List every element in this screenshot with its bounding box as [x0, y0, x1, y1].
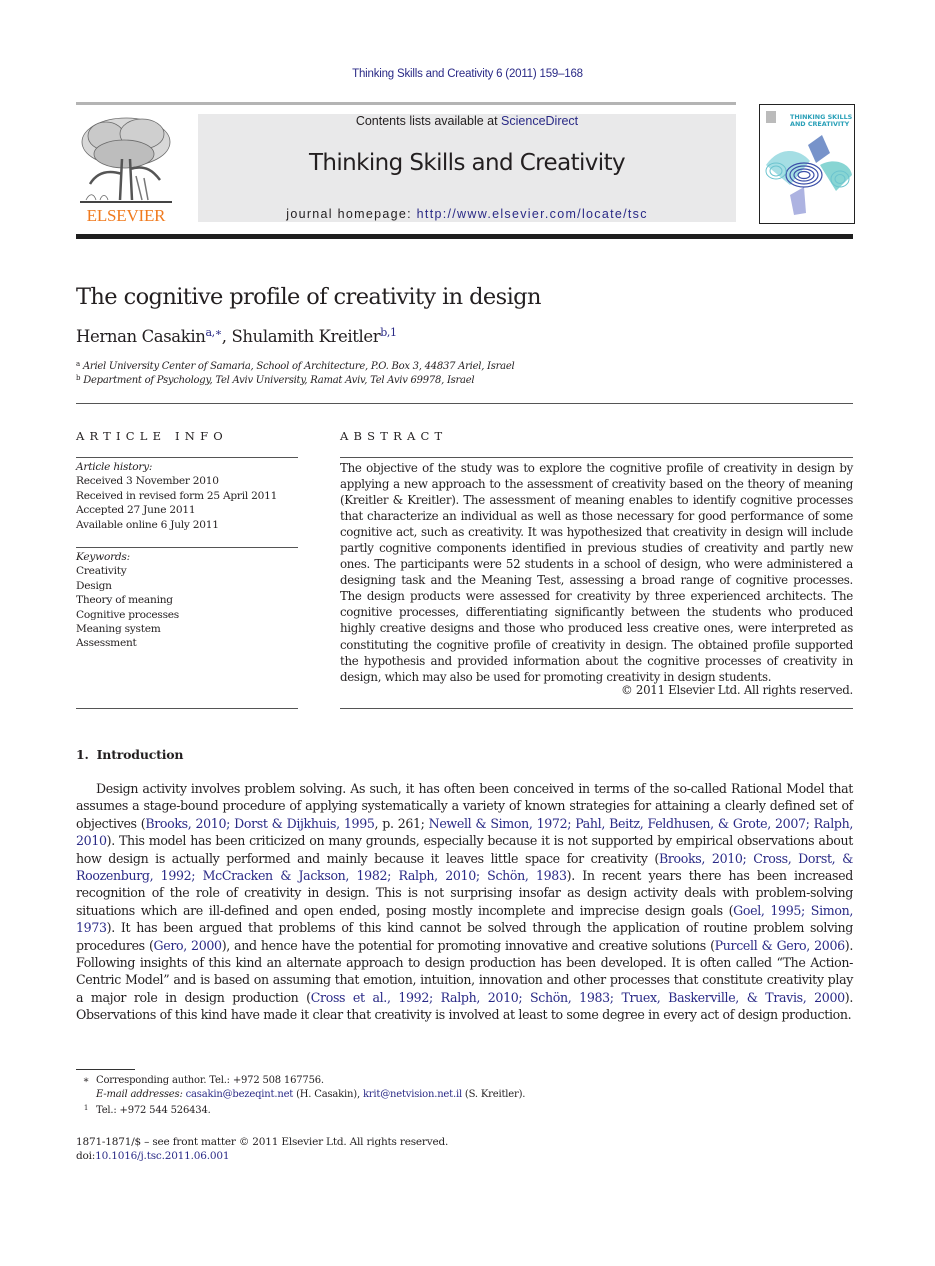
- history-item: Available online 6 July 2011: [76, 518, 219, 531]
- cover-title: THINKING SKILLS AND CREATIVITY: [790, 114, 852, 128]
- affiliation: b Department of Psychology, Tel Aviv Univ…: [76, 374, 475, 386]
- footnote-emails: E-mail addresses: casakin@bezeqint.net (…: [96, 1089, 525, 1100]
- citation-link[interactable]: Cross et al., 1992; Ralph, 2010; Schön, …: [311, 990, 845, 1005]
- affiliation: a Ariel University Center of Samaria, Sch…: [76, 360, 515, 372]
- footnote-mark: 1: [83, 1104, 89, 1112]
- affiliation-text: Ariel University Center of Samaria, Scho…: [82, 361, 515, 372]
- email-link[interactable]: krit@netvision.net.il: [363, 1089, 462, 1100]
- keyword: Cognitive processes: [76, 608, 179, 621]
- footnote-mark: ∗: [82, 1075, 90, 1086]
- article-history: Article history: Received 3 November 201…: [76, 460, 277, 532]
- contents-line: Contents lists available at ScienceDirec…: [198, 114, 736, 128]
- section-number: 1.: [76, 747, 89, 762]
- history-item: Received 3 November 2010: [76, 475, 219, 488]
- divider: [340, 457, 853, 458]
- article-title: The cognitive profile of creativity in d…: [76, 284, 541, 310]
- email-label: E-mail addresses:: [96, 1089, 183, 1100]
- section-heading-introduction: 1. Introduction: [76, 747, 183, 762]
- author-list: Hernan Casakina,∗, Shulamith Kreitlerb,1: [76, 326, 397, 346]
- doi-prefix: doi:: [76, 1150, 96, 1162]
- email-owner: (H. Casakin),: [293, 1089, 363, 1100]
- keyword: Meaning system: [76, 623, 161, 636]
- journal-homepage-link[interactable]: http://www.elsevier.com/locate/tsc: [417, 207, 648, 221]
- footnote-phone: 1 Tel.: +972 544 526434.: [76, 1104, 211, 1116]
- citation-link[interactable]: Gero, 2000: [154, 938, 223, 953]
- footnote-corresponding-author: ∗ Corresponding author. Tel.: +972 508 16…: [76, 1075, 324, 1086]
- journal-cover-thumbnail[interactable]: THINKING SKILLS AND CREATIVITY: [759, 104, 855, 224]
- divider: [76, 457, 298, 458]
- keyword: Theory of meaning: [76, 594, 173, 607]
- elsevier-wordmark: ELSEVIER: [86, 206, 166, 225]
- paragraph-text: , p. 261;: [374, 815, 429, 831]
- keyword: Design: [76, 579, 112, 592]
- author-affiliation-marks[interactable]: b,1: [380, 326, 397, 339]
- journal-masthead: Contents lists available at ScienceDirec…: [198, 114, 736, 222]
- running-head[interactable]: Thinking Skills and Creativity 6 (2011) …: [0, 68, 935, 80]
- keyword: Creativity: [76, 565, 127, 578]
- author-separator: ,: [221, 327, 232, 346]
- citation-link[interactable]: Brooks, 2010; Dorst & Dijkhuis, 1995: [145, 816, 375, 831]
- history-item: Received in revised form 25 April 2011: [76, 489, 278, 502]
- affiliation-mark: a: [76, 360, 80, 368]
- divider: [76, 547, 298, 548]
- journal-homepage-line: journal homepage: http://www.elsevier.co…: [198, 207, 736, 221]
- doi-line: doi:10.1016/j.tsc.2011.06.001: [76, 1150, 230, 1162]
- citation-link[interactable]: Purcell & Gero, 2006: [715, 938, 845, 953]
- keyword: Assessment: [76, 637, 137, 650]
- author-affiliation-marks[interactable]: a,∗: [205, 326, 222, 339]
- footnote-rule: [76, 1069, 135, 1070]
- title-divider: [76, 403, 853, 404]
- footnote-text: Tel.: +972 544 526434.: [96, 1105, 211, 1116]
- cover-title-line: AND CREATIVITY: [790, 120, 850, 128]
- divider: [76, 708, 298, 709]
- journal-title: Thinking Skills and Creativity: [308, 150, 626, 176]
- front-matter-line: 1871-1871/$ – see front matter © 2011 El…: [76, 1136, 449, 1148]
- paragraph-text: ), and hence have the potential for prom…: [221, 937, 715, 953]
- author-name: Shulamith Kreitler: [231, 327, 381, 346]
- email-link[interactable]: casakin@bezeqint.net: [186, 1089, 294, 1100]
- contents-prefix: Contents lists available at: [355, 114, 502, 128]
- abstract-copyright: © 2011 Elsevier Ltd. All rights reserved…: [620, 683, 853, 697]
- homepage-prefix: journal homepage:: [286, 207, 417, 221]
- sciencedirect-link[interactable]: ScienceDirect: [501, 114, 578, 128]
- article-info-heading: ARTICLE INFO: [76, 429, 228, 443]
- header-rule: [76, 102, 736, 105]
- email-owner: (S. Kreitler).: [461, 1089, 526, 1100]
- abstract-heading: ABSTRACT: [340, 429, 448, 443]
- masthead-divider: [76, 234, 853, 239]
- doi-link[interactable]: 10.1016/j.tsc.2011.06.001: [95, 1150, 229, 1162]
- keywords-label: Keywords:: [76, 551, 130, 563]
- keywords: Keywords: Creativity Design Theory of me…: [76, 550, 179, 651]
- introduction-paragraph: Design activity involves problem solving…: [76, 780, 853, 1024]
- affiliation-mark: b: [76, 374, 81, 382]
- article-history-label: Article history:: [76, 461, 153, 473]
- history-item: Accepted 27 June 2011: [76, 504, 196, 517]
- abstract-text: The objective of the study was to explor…: [340, 461, 853, 684]
- author-name: Hernan Casakin: [76, 327, 206, 346]
- divider: [340, 708, 853, 709]
- affiliation-text: Department of Psychology, Tel Aviv Unive…: [83, 375, 475, 386]
- section-title: Introduction: [96, 747, 184, 762]
- footnote-text: Corresponding author. Tel.: +972 508 167…: [96, 1075, 324, 1086]
